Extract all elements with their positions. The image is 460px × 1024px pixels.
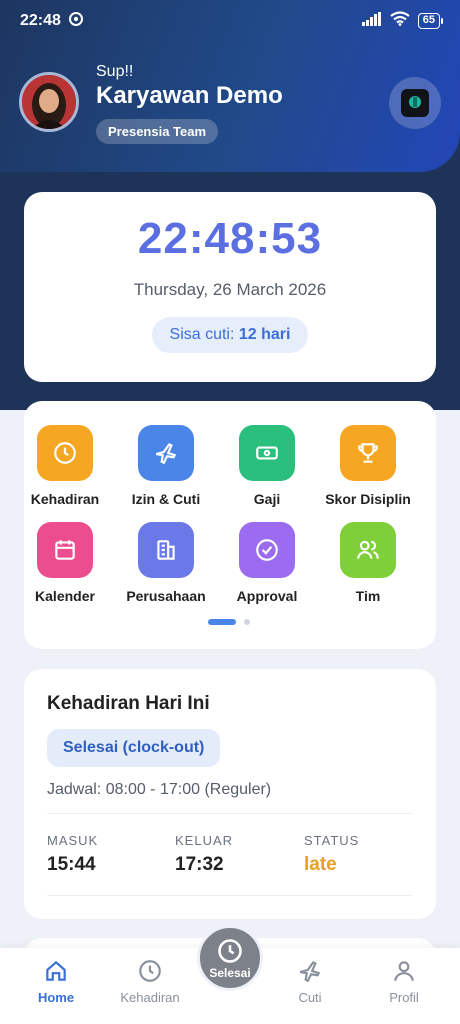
current-time: 22:48:53 (137, 214, 323, 263)
attendance-schedule: Jadwal: 08:00 - 17:00 (Reguler) (47, 781, 272, 798)
clock-icon (37, 425, 93, 481)
nav-profil[interactable]: Profil (364, 958, 444, 1005)
attendance-title: Kehadiran Hari Ini (47, 693, 210, 714)
chrome-icon (68, 11, 83, 31)
profile-header: 22:48 65 Sup!! Karyawan Demo Presensia T… (0, 0, 460, 172)
nav-home-label: Home (37, 990, 75, 1005)
clock-action-button[interactable]: Selesai (197, 925, 263, 991)
clock-icon (218, 939, 242, 963)
page-dot[interactable] (244, 619, 250, 625)
greeting-text: Sup!! (96, 63, 134, 80)
leave-balance-chip: Sisa cuti: 12 hari (152, 317, 308, 353)
nav-cuti[interactable]: Cuti (270, 958, 350, 1005)
avatar[interactable] (19, 72, 79, 132)
user-name: Karyawan Demo (96, 82, 283, 109)
keluar-value: 17:32 (175, 854, 224, 875)
masuk-label: MASUK (47, 833, 99, 848)
divider (47, 813, 413, 814)
masuk-column: MASUK 15:44 (47, 833, 98, 876)
status-time: 22:48 (20, 12, 61, 29)
menu-label: Approval (236, 588, 298, 604)
nav-kehadiran[interactable]: Kehadiran (110, 958, 190, 1005)
leave-balance-label: Sisa cuti: (169, 326, 235, 343)
user-icon (394, 961, 414, 981)
attendance-status-chip: Selesai (clock-out) (47, 729, 221, 767)
page-indicator (208, 619, 250, 625)
status-label: STATUS (304, 833, 360, 848)
menu-label: Tim (355, 588, 381, 604)
calendar-icon (37, 522, 93, 578)
clock-action-label: Selesai (209, 966, 251, 980)
menu-grid: Kehadiran Izin & Cuti Gaji Skor Disiplin… (24, 401, 436, 649)
current-date: Thursday, 26 March 2026 (133, 280, 327, 299)
nav-profil-label: Profil (389, 990, 419, 1005)
menu-label: Izin & Cuti (131, 491, 201, 507)
menu-item-skor-disiplin[interactable]: Skor Disiplin (318, 425, 418, 507)
money-icon (239, 425, 295, 481)
menu-item-perusahaan[interactable]: Perusahaan (116, 522, 216, 604)
menu-item-izin-cuti[interactable]: Izin & Cuti (116, 425, 216, 507)
status-column: STATUS late (304, 833, 359, 876)
clock-icon (139, 960, 161, 982)
menu-item-kehadiran[interactable]: Kehadiran (15, 425, 115, 507)
menu-item-gaji[interactable]: Gaji (217, 425, 317, 507)
nav-home[interactable]: Home (16, 958, 96, 1005)
leave-balance-value: 12 hari (238, 326, 291, 343)
menu-item-approval[interactable]: Approval (217, 522, 317, 604)
wifi-icon (390, 11, 410, 31)
menu-label: Kehadiran (30, 491, 100, 507)
battery-indicator: 65 (417, 13, 444, 29)
check-circle-icon (239, 522, 295, 578)
divider (47, 895, 413, 896)
nav-cuti-label: Cuti (298, 990, 322, 1005)
keluar-label: KELUAR (175, 833, 234, 848)
attendance-today-card: Kehadiran Hari Ini Selesai (clock-out) J… (24, 669, 436, 919)
app-logo-button[interactable] (389, 77, 441, 129)
menu-label: Kalender (35, 588, 95, 604)
keluar-column: KELUAR 17:32 (175, 833, 233, 876)
signal-icon (361, 11, 382, 31)
users-icon (340, 522, 396, 578)
building-icon (138, 522, 194, 578)
app-logo-icon (401, 89, 429, 117)
menu-item-tim[interactable]: Tim (318, 522, 418, 604)
status-value: late (304, 854, 337, 875)
team-badge: Presensia Team (96, 119, 219, 144)
nav-kehadiran-label: Kehadiran (120, 990, 180, 1005)
trophy-icon (340, 425, 396, 481)
status-bar: 22:48 65 (0, 0, 460, 42)
menu-item-kalender[interactable]: Kalender (15, 522, 115, 604)
menu-label: Skor Disiplin (325, 491, 411, 507)
page-dot-active[interactable] (208, 619, 236, 625)
plane-icon (299, 960, 321, 983)
menu-label: Perusahaan (126, 588, 206, 604)
menu-label: Gaji (253, 491, 281, 507)
masuk-value: 15:44 (47, 854, 96, 875)
plane-icon (138, 425, 194, 481)
clock-card: 22:48:53 Thursday, 26 March 2026 Sisa cu… (24, 192, 436, 382)
home-icon (46, 960, 66, 981)
